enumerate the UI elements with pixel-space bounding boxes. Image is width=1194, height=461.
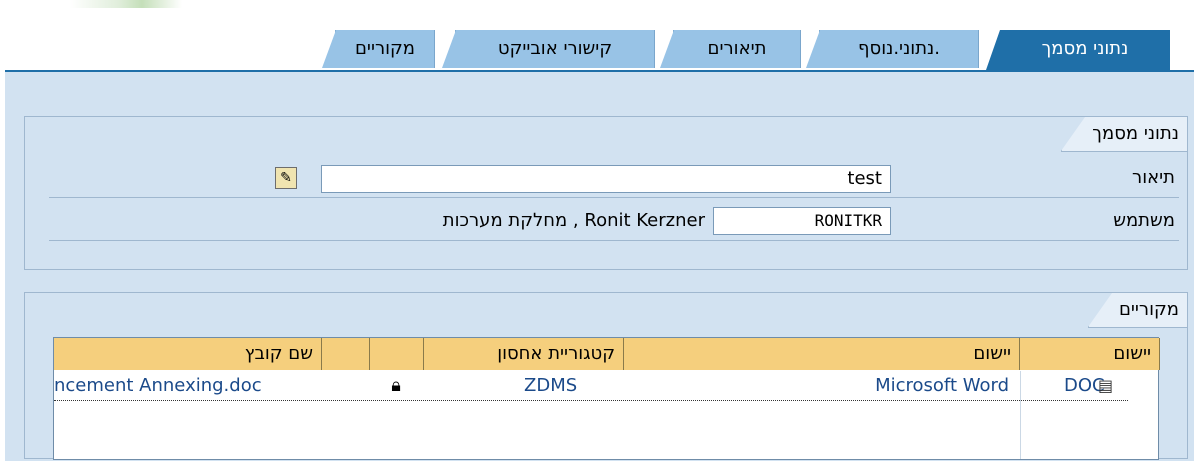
- tab-descriptions[interactable]: תיאורים: [660, 30, 801, 68]
- storage-category-cell[interactable]: ZDMS: [524, 371, 624, 401]
- row-divider: [49, 197, 1179, 198]
- tab-label: מקוריים: [354, 38, 416, 59]
- row-divider: [49, 240, 1179, 241]
- description-label: תיאור: [1132, 167, 1175, 188]
- column-header-application[interactable]: יישום: [1020, 338, 1160, 370]
- pencil-edit-icon[interactable]: ✎: [275, 167, 297, 189]
- tab-object-links[interactable]: קישורי אובייקט: [442, 30, 655, 68]
- tab-label: קישורי אובייקט: [497, 38, 613, 59]
- description-input[interactable]: test: [321, 165, 891, 193]
- tab-additional-data[interactable]: נתוני.נוסף.: [806, 30, 979, 68]
- document-icon: ▤: [1098, 376, 1114, 395]
- column-header-file-name[interactable]: שם קובץ: [54, 338, 322, 370]
- document-data-group: נתוני מסמך תיאור test ✎ משתמש RONITKR Ro…: [24, 116, 1188, 270]
- tab-originals[interactable]: מקוריים: [322, 30, 435, 68]
- tab-label: תיאורים: [707, 38, 767, 59]
- group-title: נתוני מסמך: [1061, 117, 1187, 152]
- user-full-name: Ronit Kerzner , מחלקת מערכות: [442, 210, 705, 231]
- group-title: מקוריים: [1087, 293, 1187, 328]
- tab-strip: מקוריים קישורי אובייקט תיאורים נתוני.נוס…: [0, 30, 1194, 70]
- tab-label: נתוני מסמך: [1041, 38, 1129, 59]
- originals-table: יישום יישום קטגוריית אחסון שם קובץ DOC ▤…: [53, 337, 1160, 460]
- tab-label: נתוני.נוסף.: [858, 38, 940, 59]
- column-header-application-name[interactable]: יישום: [624, 338, 1020, 370]
- file-name-cell[interactable]: ncement Annexing.doc: [54, 371, 314, 401]
- logo-fragment: [70, 0, 230, 8]
- column-header-storage-category[interactable]: קטגוריית אחסון: [424, 338, 624, 370]
- user-label: משתמש: [1113, 210, 1175, 231]
- user-input[interactable]: RONITKR: [713, 207, 891, 235]
- app-name-cell[interactable]: Microsoft Word: [804, 371, 1009, 401]
- originals-group: מקוריים יישום יישום קטגוריית אחסון שם קו…: [24, 292, 1188, 460]
- column-header-lock[interactable]: [370, 338, 424, 370]
- column-header-blank[interactable]: [322, 338, 370, 370]
- padlock-icon: 🔒︎: [391, 375, 401, 396]
- tab-document-data[interactable]: נתוני מסמך: [986, 30, 1170, 70]
